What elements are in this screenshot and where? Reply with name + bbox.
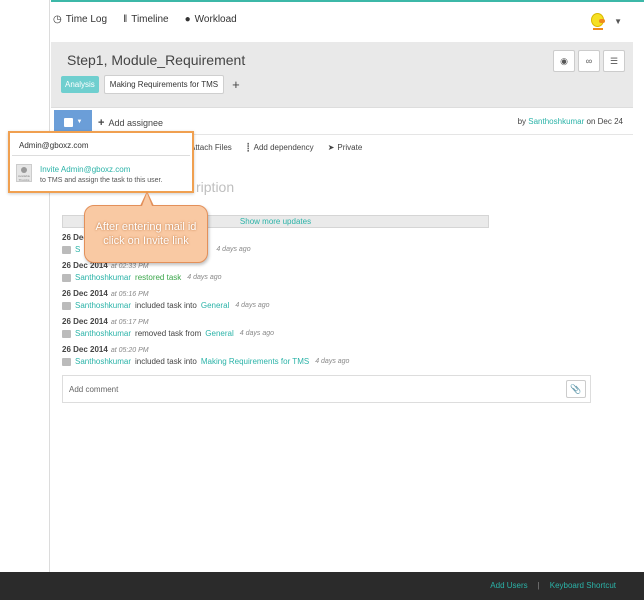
attach-files-label: Attach Files	[190, 143, 232, 152]
nav-workload[interactable]: ● Workload	[185, 14, 237, 25]
feed-action: removed task from	[135, 329, 202, 338]
feed-date: 26 Dec 2014	[62, 317, 108, 326]
feed-action: included task into	[135, 301, 197, 310]
created-by: by Santhoshkumar on Dec 24	[518, 117, 623, 126]
instruction-callout: After entering mail id click on Invite l…	[84, 205, 208, 263]
restore-icon	[62, 273, 71, 282]
invite-suggestion[interactable]: Available Thumbs Invite Admin@gboxz.com …	[12, 159, 190, 189]
nav-time-log-label: Time Log	[65, 14, 108, 25]
nav-timeline[interactable]: ‖ Timeline	[123, 14, 169, 25]
menu-icon: ☰	[609, 55, 619, 66]
add-tag-button[interactable]: +	[232, 77, 240, 92]
feed-user[interactable]: Santhoshkumar	[75, 301, 131, 310]
link-button[interactable]: ∞	[578, 50, 600, 72]
top-navbar: ◷ Time Log ‖ Timeline ● Workload ▼	[51, 0, 644, 42]
description-placeholder[interactable]: ription	[196, 179, 234, 195]
private-label: Private	[337, 143, 363, 152]
feed-user[interactable]: S	[75, 245, 80, 254]
folder-icon	[62, 301, 71, 310]
sliders-icon: ‖	[123, 14, 128, 25]
add-users-link[interactable]: Add Users	[490, 581, 527, 590]
creator-link[interactable]: Santhoshkumar	[528, 117, 584, 126]
footer-separator: |	[537, 581, 540, 590]
status-badge[interactable]: Analysis	[61, 76, 99, 93]
menu-button[interactable]: ☰	[603, 50, 625, 72]
list-item: 26 Dec 2014 at 05:20 PM Santhoshkumar incl…	[62, 345, 502, 373]
clock-icon: ◷	[53, 14, 62, 25]
keyboard-shortcut-link[interactable]: Keyboard Shortcut	[550, 581, 616, 590]
comment-placeholder: Add comment	[69, 385, 119, 394]
chevron-down-icon: ▼	[76, 119, 83, 125]
list-item: 26 Dec 2014 at 05:17 PM Santhoshkumar remo…	[62, 317, 502, 345]
feed-time: at 02:33 PM	[110, 263, 149, 270]
feed-time: at 05:17 PM	[110, 319, 149, 326]
task-actions: Attach Files ┋ Add dependency ➤ Private	[190, 143, 362, 152]
invite-description: to TMS and assign the task to this user.	[40, 177, 163, 184]
feed-user[interactable]: Santhoshkumar	[75, 357, 131, 366]
paperclip-icon: 📎	[570, 383, 582, 394]
invite-popover: Admin@gboxz.com Available Thumbs Invite …	[8, 131, 194, 193]
user-icon: ●	[184, 14, 191, 25]
checkbox-icon	[63, 117, 73, 127]
feed-target[interactable]: Making Requirements for TMS	[201, 357, 309, 366]
private-button[interactable]: ➤ Private	[328, 143, 363, 152]
nav-time-log[interactable]: ◷ Time Log	[53, 14, 107, 25]
list-tag[interactable]: Making Requirements for TMS	[103, 75, 225, 94]
folder-icon	[62, 329, 71, 338]
attach-files-button[interactable]: Attach Files	[190, 143, 232, 152]
rss-icon: ◉	[560, 55, 568, 66]
footer-links: Add Users | Keyboard Shortcut	[490, 581, 616, 590]
trash-icon	[62, 245, 71, 254]
dependency-icon: ┋	[245, 143, 251, 152]
feed-date: 26 Dec 2014	[62, 289, 108, 298]
folder-icon	[62, 357, 71, 366]
comment-input[interactable]: Add comment 📎	[62, 375, 591, 403]
feed-ago: 4 days ago	[235, 302, 270, 309]
nav-workload-label: Workload	[194, 14, 237, 25]
link-icon: ∞	[585, 56, 593, 66]
list-item: 26 Dec 2014 at 05:16 PM Santhoshkumar incl…	[62, 289, 502, 317]
feed-ago: 4 days ago	[216, 246, 251, 253]
add-dependency-label: Add dependency	[253, 143, 314, 152]
invite-link[interactable]: Invite Admin@gboxz.com	[40, 165, 130, 174]
user-menu[interactable]: ▼	[588, 10, 622, 32]
byline-date: on Dec 24	[586, 117, 623, 126]
feed-time: at 05:16 PM	[110, 291, 149, 298]
main-nav: ◷ Time Log ‖ Timeline ● Workload	[51, 14, 237, 25]
feed-time: at 05:20 PM	[110, 347, 149, 354]
feed-target[interactable]: General	[201, 301, 229, 310]
page-title: Step1, Module_Requirement	[67, 52, 246, 68]
feed-ago: 4 days ago	[239, 330, 274, 337]
rss-button[interactable]: ◉	[553, 50, 575, 72]
feed-action: restored task	[135, 273, 182, 282]
byline-prefix: by	[517, 117, 527, 126]
footer: Add Users | Keyboard Shortcut	[0, 572, 644, 600]
avatar: Available Thumbs	[16, 164, 32, 182]
add-assignee-button[interactable]: + Add assignee	[98, 117, 163, 129]
chevron-down-icon: ▼	[614, 16, 622, 26]
feed-ago: 4 days ago	[315, 358, 350, 365]
task-header: Step1, Module_Requirement Analysis Makin…	[51, 42, 633, 108]
callout-pointer-fill	[142, 193, 152, 206]
header-actions: ◉ ∞ ☰	[553, 50, 625, 72]
add-dependency-button[interactable]: ┋ Add dependency	[246, 143, 314, 152]
nav-timeline-label: Timeline	[131, 14, 169, 25]
plus-icon: +	[98, 117, 105, 129]
left-gutter	[0, 0, 50, 572]
feed-action: included task into	[135, 357, 197, 366]
add-assignee-label: Add assignee	[108, 118, 163, 128]
feed-date: 26 Dec 2014	[62, 345, 108, 354]
feed-user[interactable]: Santhoshkumar	[75, 273, 131, 282]
attach-comment-button[interactable]: 📎	[566, 380, 586, 398]
share-icon: ➤	[327, 143, 335, 152]
feed-target[interactable]: General	[205, 329, 233, 338]
callout-text: After entering mail id click on Invite l…	[95, 221, 197, 247]
avatar	[588, 10, 608, 32]
assignee-email-input[interactable]: Admin@gboxz.com	[12, 136, 190, 156]
tag-row: Analysis Making Requirements for TMS +	[61, 75, 240, 94]
feed-ago: 4 days ago	[187, 274, 222, 281]
feed-user[interactable]: Santhoshkumar	[75, 329, 131, 338]
list-item: 26 Dec 2014 at 02:33 PM Santhoshkumar rest…	[62, 261, 502, 289]
avatar-caption: Available Thumbs	[17, 174, 31, 182]
